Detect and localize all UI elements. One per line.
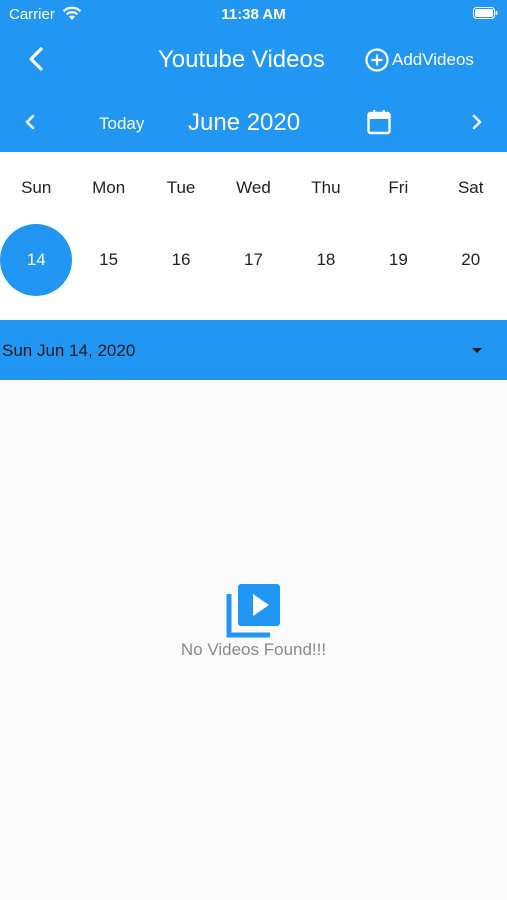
date-label: 20 — [461, 250, 481, 269]
date-label: 17 — [244, 250, 263, 269]
date-cell[interactable]: 18 — [290, 224, 362, 296]
weekday-label: Tue — [166, 178, 196, 197]
page-title: Youtube Videos — [158, 46, 325, 73]
date-label: 15 — [99, 250, 119, 269]
status-bar: Carrier 11:38 AM — [0, 0, 507, 28]
empty-message: No Videos Found!!! — [180, 640, 327, 659]
weekday-label: Thu — [311, 178, 341, 197]
date-cell-selected[interactable]: 14 — [0, 224, 72, 296]
weekday-label: Fri — [388, 178, 409, 197]
status-time: 11:38 AM — [221, 6, 286, 23]
date-cell[interactable]: 15 — [72, 224, 144, 296]
selected-date-label: Sun Jun 14, 2020 — [2, 341, 136, 360]
date-cell[interactable]: 17 — [217, 224, 289, 296]
dropdown-arrow-icon — [472, 348, 482, 353]
back-icon[interactable] — [22, 44, 50, 74]
month-label: June 2020 — [188, 109, 301, 136]
weekday-label: Sat — [457, 178, 484, 197]
weekday-label: Sun — [21, 178, 52, 197]
chevron-right-icon[interactable] — [465, 110, 489, 134]
battery-icon — [473, 7, 498, 19]
week-strip: Sun Mon Tue Wed Thu Fri Sat 14 15 16 17 … — [0, 152, 507, 320]
weekday-label: Mon — [92, 178, 126, 197]
add-circle-icon — [365, 48, 389, 72]
add-videos-label: AddVideos — [392, 50, 474, 69]
app-bar: Youtube Videos AddVideos — [0, 28, 507, 92]
date-label: 14 — [26, 250, 46, 269]
date-label: 18 — [316, 250, 336, 269]
add-videos-button[interactable]: AddVideos — [364, 46, 474, 74]
date-row: 14 15 16 17 18 19 20 — [0, 224, 507, 296]
date-label: 19 — [388, 250, 408, 269]
calendar-nav-bar: Today June 2020 — [0, 92, 507, 152]
today-button[interactable]: Today — [99, 114, 144, 134]
top-header: Carrier 11:38 AM Youtube Videos AddVideo… — [0, 0, 507, 152]
weekday-header-row: Sun Mon Tue Wed Thu Fri Sat — [0, 178, 507, 200]
date-cell[interactable]: 20 — [435, 224, 507, 296]
empty-state: No Videos Found!!! — [0, 380, 507, 900]
weekday-label: Wed — [236, 178, 271, 197]
date-cell[interactable]: 16 — [145, 224, 217, 296]
date-dropdown[interactable]: Sun Jun 14, 2020 — [0, 320, 507, 380]
calendar-icon[interactable] — [365, 108, 393, 136]
chevron-left-icon[interactable] — [18, 110, 42, 134]
date-label: 16 — [171, 250, 191, 269]
video-library-icon — [226, 584, 280, 638]
date-cell[interactable]: 19 — [362, 224, 434, 296]
